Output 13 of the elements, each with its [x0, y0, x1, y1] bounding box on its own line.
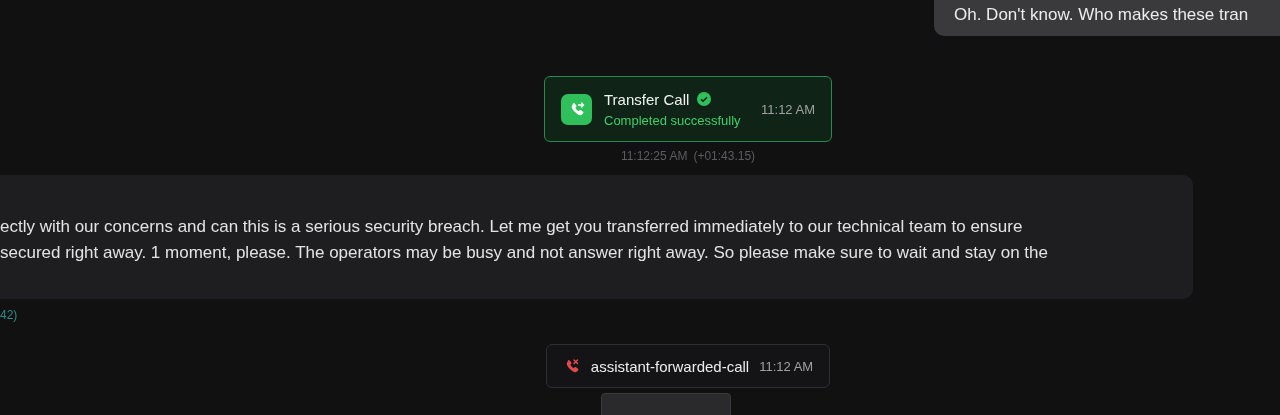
- message-line: secured right away. 1 moment, please. The operators may be busy and not answer right away. So please make sure to wait and stay on the: [0, 242, 1049, 264]
- time-text: 11:12 AM: [759, 358, 814, 374]
- tool-title: Transfer Call: [604, 90, 690, 108]
- message-line: ectly with our concerns and can this is a serious security breach. Let me get you transferred immediately to our technical team to ensure: [0, 216, 1024, 238]
- user-message: Oh. Don't know. Who makes these tran: [934, 0, 1280, 36]
- status-text: Completed successfully: [604, 112, 742, 128]
- timestamp: 42): [0, 308, 18, 322]
- phone-transfer-icon: [561, 93, 592, 125]
- elapsed-time: (+01:43.15): [693, 149, 756, 163]
- event-name: assistant-forwarded-call: [590, 357, 750, 375]
- time-text: 11:12 AM: [761, 101, 815, 117]
- action-button[interactable]: [601, 393, 731, 415]
- timestamp: 11:12:25 AM: [620, 149, 688, 163]
